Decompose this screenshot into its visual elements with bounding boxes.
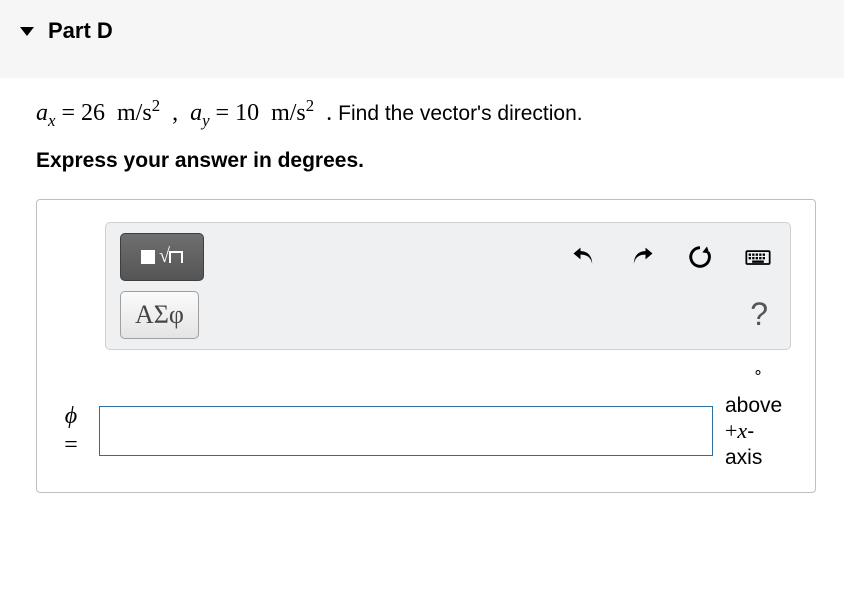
keyboard-button[interactable] bbox=[740, 239, 776, 275]
instruction: Express your answer in degrees. bbox=[36, 149, 824, 173]
unit-label: ∘ above +x- axis bbox=[725, 392, 797, 470]
collapse-icon bbox=[20, 27, 34, 36]
keyboard-icon bbox=[744, 243, 772, 271]
ay-val: 10 bbox=[235, 100, 259, 126]
sq2: 2 bbox=[306, 96, 314, 115]
templates-button[interactable]: √ bbox=[120, 233, 204, 281]
ax-sub: x bbox=[48, 111, 55, 130]
part-header[interactable]: Part D bbox=[0, 0, 844, 78]
redo-button[interactable] bbox=[624, 239, 660, 275]
unit1: m/s bbox=[117, 100, 152, 126]
root-icon: √ bbox=[159, 245, 183, 268]
unit2: m/s bbox=[271, 100, 306, 126]
answer-box: √ bbox=[36, 199, 816, 493]
toolbar-actions bbox=[566, 239, 776, 275]
ax-val: 26 bbox=[81, 100, 105, 126]
dash: - bbox=[747, 420, 754, 443]
undo-button[interactable] bbox=[566, 239, 602, 275]
ay-sub: y bbox=[202, 111, 209, 130]
equals-symbol: = bbox=[64, 432, 78, 458]
degree-symbol: ∘ bbox=[753, 364, 763, 382]
content: ax = 26 m/s2 , ay = 10 m/s2 . Find the v… bbox=[0, 96, 844, 503]
equation-toolbar: √ bbox=[105, 222, 791, 350]
input-row: ϕ = ∘ above +x- axis bbox=[55, 392, 797, 470]
sq1: 2 bbox=[152, 96, 160, 115]
answer-input[interactable] bbox=[99, 406, 713, 456]
reset-icon bbox=[686, 243, 714, 271]
variable-label: ϕ = bbox=[55, 402, 87, 460]
undo-icon bbox=[570, 243, 598, 271]
plus-sign: + bbox=[725, 418, 737, 443]
problem-tail: Find the vector's direction. bbox=[338, 102, 582, 125]
greek-label: ΑΣφ bbox=[135, 300, 184, 330]
reset-button[interactable] bbox=[682, 239, 718, 275]
help-button[interactable]: ? bbox=[750, 296, 776, 333]
above-text: above bbox=[725, 394, 782, 417]
ay-var: a bbox=[190, 100, 202, 126]
part-title: Part D bbox=[48, 18, 113, 44]
problem-statement: ax = 26 m/s2 , ay = 10 m/s2 . Find the v… bbox=[36, 96, 824, 131]
ax-var: a bbox=[36, 100, 48, 126]
greek-button[interactable]: ΑΣφ bbox=[120, 291, 199, 339]
axis-text: axis bbox=[725, 446, 762, 469]
box-icon bbox=[141, 250, 155, 264]
eq2: = bbox=[216, 100, 230, 126]
x-var: x bbox=[737, 418, 747, 443]
period: . bbox=[326, 100, 332, 126]
eq1: = bbox=[61, 100, 75, 126]
redo-icon bbox=[628, 243, 656, 271]
phi-symbol: ϕ bbox=[55, 402, 87, 431]
comma: , bbox=[172, 100, 178, 126]
